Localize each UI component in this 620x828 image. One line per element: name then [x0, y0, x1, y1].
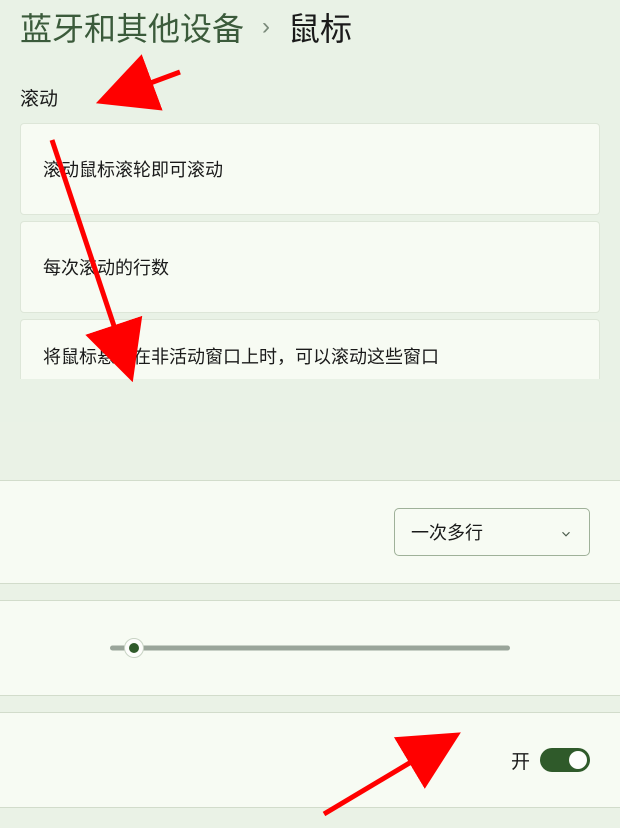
section-title-scroll: 滚动	[0, 54, 620, 123]
toggle-label: 开	[511, 747, 530, 774]
lines-per-scroll-slider[interactable]	[110, 638, 510, 658]
control-row-slider	[0, 600, 620, 696]
breadcrumb-current: 鼠标	[288, 4, 352, 50]
breadcrumb-separator: ›	[262, 13, 270, 41]
hover-scroll-toggle-wrap: 开	[511, 747, 590, 774]
scroll-mode-dropdown[interactable]: 一次多行	[394, 508, 590, 556]
slider-thumb[interactable]	[124, 638, 144, 658]
row-scroll-wheel-label: 滚动鼠标滚轮即可滚动	[43, 156, 223, 182]
settings-panel-bottom: 一次多行 开	[0, 422, 620, 828]
row-lines-per-scroll-label: 每次滚动的行数	[43, 254, 169, 280]
settings-panel-top: 滚动鼠标滚轮即可滚动 每次滚动的行数 将鼠标悬停在非活动窗口上时，可以滚动这些窗…	[20, 123, 600, 379]
slider-track	[110, 646, 510, 651]
row-lines-per-scroll[interactable]: 每次滚动的行数	[20, 221, 600, 313]
row-hover-inactive-label: 将鼠标悬停在非活动窗口上时，可以滚动这些窗口	[43, 343, 439, 369]
row-hover-inactive[interactable]: 将鼠标悬停在非活动窗口上时，可以滚动这些窗口	[20, 319, 600, 379]
breadcrumb: 蓝牙和其他设备 › 鼠标	[0, 0, 620, 54]
control-row-dropdown: 一次多行	[0, 480, 620, 584]
control-row-toggle: 开	[0, 712, 620, 808]
scroll-mode-dropdown-value: 一次多行	[411, 519, 483, 545]
toggle-knob	[569, 751, 587, 769]
hover-scroll-toggle[interactable]	[540, 748, 590, 772]
chevron-down-icon	[559, 525, 573, 539]
breadcrumb-parent[interactable]: 蓝牙和其他设备	[20, 4, 244, 50]
row-scroll-wheel[interactable]: 滚动鼠标滚轮即可滚动	[20, 123, 600, 215]
